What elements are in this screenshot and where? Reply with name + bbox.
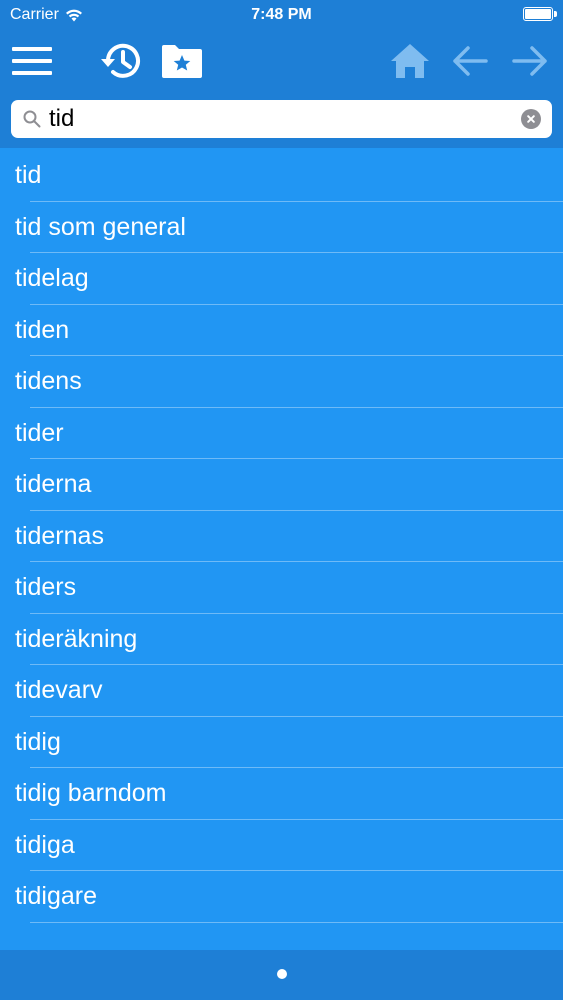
result-item[interactable]: tidens (0, 356, 563, 408)
toolbar (0, 30, 563, 92)
search-bar (0, 92, 563, 148)
menu-icon (12, 47, 52, 75)
result-item[interactable]: tidelag (0, 253, 563, 305)
bottom-bar (0, 950, 563, 1000)
status-bar: Carrier 7:48 PM (0, 0, 563, 30)
page-indicator (277, 969, 287, 979)
back-arrow-icon (453, 46, 488, 76)
result-item[interactable]: tiderna (0, 459, 563, 511)
clock: 7:48 PM (251, 6, 312, 23)
history-icon (101, 43, 140, 78)
back-button[interactable] (447, 38, 493, 84)
result-item[interactable]: tid som general (0, 202, 563, 254)
result-item[interactable]: tidigare (0, 871, 563, 923)
home-button[interactable] (387, 38, 433, 84)
result-item[interactable]: tid (0, 150, 563, 202)
search-input[interactable] (49, 100, 509, 138)
result-item[interactable]: tider (0, 408, 563, 460)
result-item[interactable]: tidig (0, 717, 563, 769)
result-item[interactable]: tiders (0, 562, 563, 614)
result-item[interactable]: tideräkning (0, 614, 563, 666)
menu-button[interactable] (9, 38, 55, 84)
result-item[interactable]: tidig barndom (0, 768, 563, 820)
favorites-folder-icon (162, 45, 202, 78)
forward-button[interactable] (507, 38, 553, 84)
battery-icon (523, 7, 557, 21)
result-item[interactable]: tidernas (0, 511, 563, 563)
result-item[interactable]: tiden (0, 305, 563, 357)
search-icon (23, 110, 41, 128)
search-box[interactable] (11, 100, 552, 138)
results-list: tid tid som general tidelag tiden tidens tide… (0, 150, 563, 950)
result-item[interactable]: tidiga (0, 820, 563, 872)
home-icon (391, 44, 429, 78)
history-button[interactable] (99, 38, 145, 84)
clear-search-icon[interactable] (521, 109, 541, 129)
result-item[interactable]: tidevarv (0, 665, 563, 717)
forward-arrow-icon (512, 46, 547, 76)
favorites-button[interactable] (159, 38, 205, 84)
